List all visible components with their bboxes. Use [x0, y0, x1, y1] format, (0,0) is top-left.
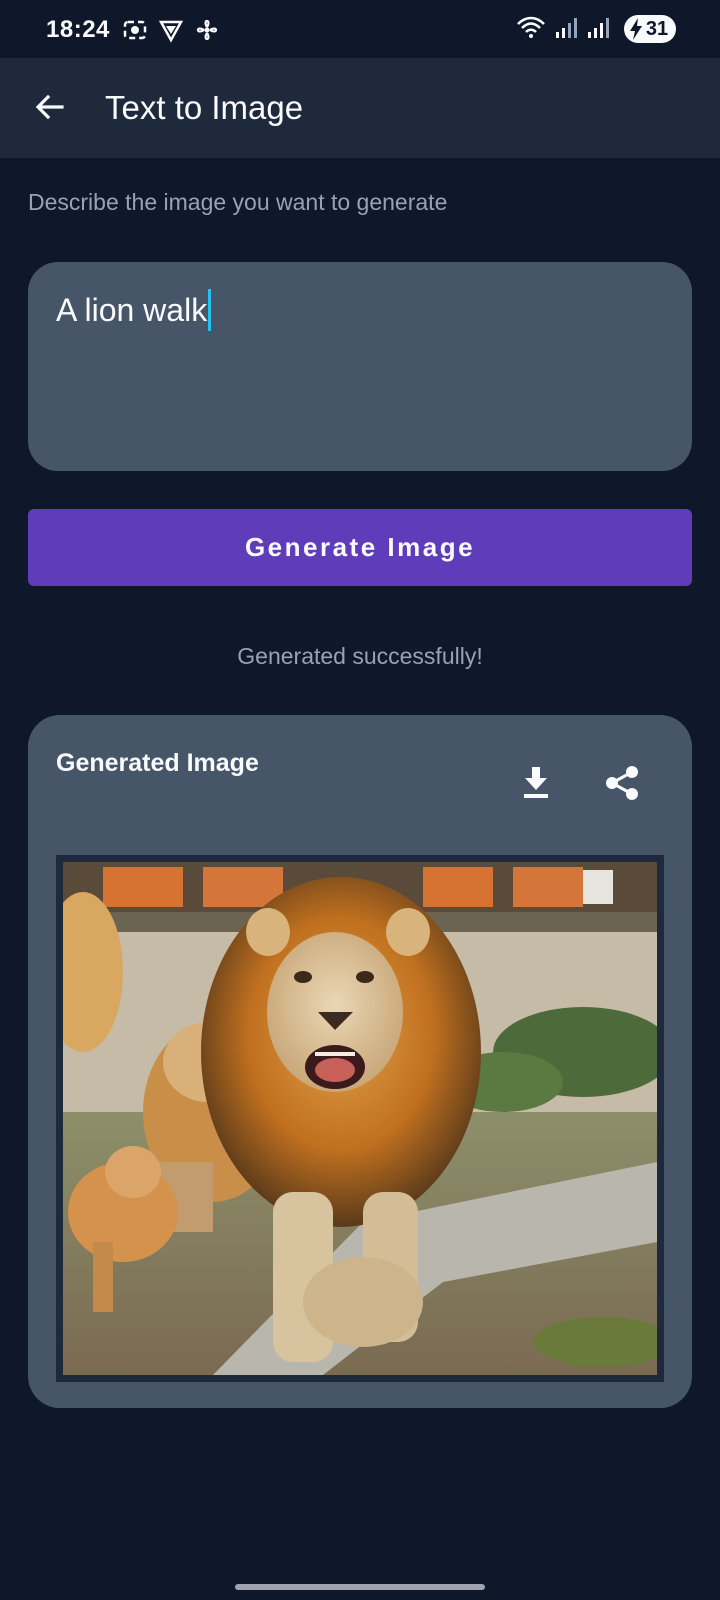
prompt-value: A lion walk	[56, 292, 208, 328]
screen-record-icon	[122, 17, 148, 48]
prompt-label: Describe the image you want to generate	[28, 189, 448, 215]
app-bar: Text to Image	[0, 58, 720, 158]
vpn-shield-icon	[158, 17, 184, 48]
generated-image[interactable]	[56, 855, 664, 1382]
signal-1-icon	[554, 16, 578, 45]
battery-level: 31	[645, 17, 669, 40]
status-time: 18:24	[46, 16, 110, 43]
wifi-icon	[516, 16, 546, 45]
lion-illustration	[63, 862, 657, 1375]
fan-icon	[194, 17, 220, 48]
share-icon[interactable]	[604, 765, 640, 806]
result-card: Generated Image	[28, 715, 692, 1408]
status-bar: 18:24 31	[0, 0, 720, 58]
status-icons-left	[122, 17, 220, 48]
battery-charging-icon: 31	[624, 15, 676, 43]
text-cursor	[208, 288, 212, 331]
page-title: Text to Image	[105, 89, 304, 126]
home-indicator[interactable]	[235, 1584, 485, 1590]
arrow-left-icon[interactable]	[34, 91, 66, 128]
prompt-text-wrapper: A lion walk	[56, 288, 212, 331]
signal-2-icon	[586, 16, 610, 45]
card-title: Generated Image	[56, 749, 259, 777]
status-message: Generated successfully!	[237, 643, 483, 669]
generate-image-button[interactable]: Generate Image	[28, 509, 692, 586]
status-icons-right	[516, 16, 610, 45]
prompt-input[interactable]: A lion walk	[28, 262, 692, 471]
download-icon[interactable]	[520, 765, 552, 806]
